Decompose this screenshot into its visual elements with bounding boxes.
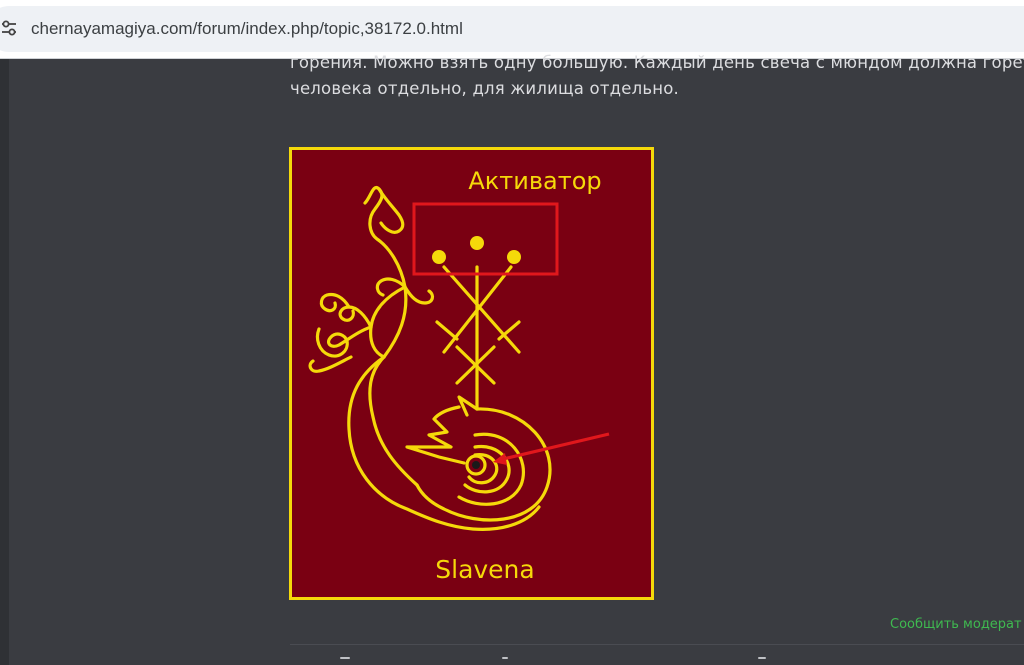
site-info-icon[interactable] — [0, 16, 22, 40]
report-to-moderator-link[interactable]: Сообщить модерат — [890, 617, 1022, 632]
url-text[interactable]: chernayamagiya.com/forum/index.php/topic… — [31, 19, 463, 39]
activator-sigil-image: Активатор Slavena — [289, 147, 654, 600]
post-divider — [290, 644, 1024, 645]
post-line: горения. Можно взять одну большую. Кажды… — [290, 53, 1024, 72]
left-sidebar-edge — [0, 59, 9, 665]
next-post-cutoff — [290, 657, 1024, 665]
post-line: человека отдельно, для жилища отдельно. — [290, 79, 679, 98]
sigil-top-label: Активатор — [468, 167, 601, 195]
sigil-bottom-label: Slavena — [435, 555, 534, 584]
post-body: горения. Можно взять одну большую. Кажды… — [290, 50, 1024, 102]
